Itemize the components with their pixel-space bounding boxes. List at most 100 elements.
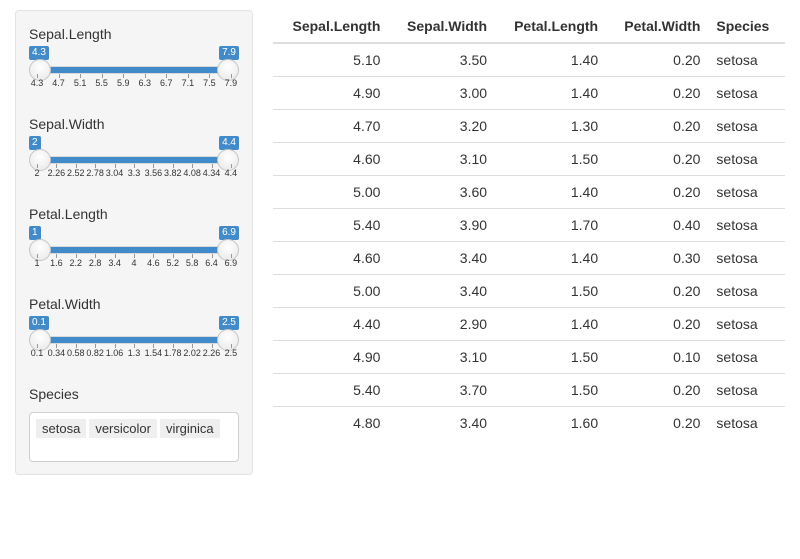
slider-badge-low: 1 (29, 226, 41, 240)
table-row: 4.903.101.500.10setosa (273, 341, 785, 374)
table-cell: 3.40 (388, 275, 495, 308)
column-header: Species (708, 10, 785, 43)
table-row: 4.703.201.300.20setosa (273, 110, 785, 143)
table-cell: setosa (708, 77, 785, 110)
table-cell: 1.30 (495, 110, 606, 143)
table-cell: 0.20 (606, 143, 708, 176)
main-panel: Sepal.LengthSepal.WidthPetal.LengthPetal… (273, 10, 785, 475)
table-cell: 4.60 (273, 143, 388, 176)
slider-control-petal-length: Petal.Length16.911.62.22.83.444.65.25.86… (29, 206, 239, 274)
table-cell: setosa (708, 176, 785, 209)
column-header: Petal.Width (606, 10, 708, 43)
table-cell: setosa (708, 43, 785, 77)
table-row: 5.103.501.400.20setosa (273, 43, 785, 77)
species-tag[interactable]: versicolor (89, 419, 157, 438)
slider-label: Sepal.Length (29, 26, 239, 42)
range-slider[interactable]: 24.422.262.522.783.043.33.563.824.084.34… (29, 142, 239, 184)
table-row: 4.903.001.400.20setosa (273, 77, 785, 110)
slider-control-petal-width: Petal.Width0.12.50.10.340.580.821.061.31… (29, 296, 239, 364)
species-control: Speciessetosaversicolorvirginica (29, 386, 239, 462)
column-header: Sepal.Width (388, 10, 495, 43)
table-cell: 3.10 (388, 341, 495, 374)
slider-ticks: 11.62.22.83.444.65.25.86.46.9 (37, 258, 231, 268)
table-cell: setosa (708, 341, 785, 374)
table-cell: setosa (708, 407, 785, 440)
table-cell: setosa (708, 275, 785, 308)
slider-fill (41, 157, 227, 163)
slider-label: Petal.Width (29, 296, 239, 312)
table-cell: 1.40 (495, 242, 606, 275)
range-slider[interactable]: 16.911.62.22.83.444.65.25.86.46.9 (29, 232, 239, 274)
table-cell: 1.70 (495, 209, 606, 242)
table-row: 4.803.401.600.20setosa (273, 407, 785, 440)
slider-badge-low: 4.3 (29, 46, 49, 60)
table-cell: 1.40 (495, 43, 606, 77)
slider-label: Petal.Length (29, 206, 239, 222)
species-tag[interactable]: setosa (36, 419, 86, 438)
table-cell: 3.50 (388, 43, 495, 77)
species-select[interactable]: setosaversicolorvirginica (29, 412, 239, 462)
table-cell: 0.20 (606, 407, 708, 440)
table-cell: 3.70 (388, 374, 495, 407)
table-cell: 4.90 (273, 341, 388, 374)
table-row: 5.003.601.400.20setosa (273, 176, 785, 209)
data-table: Sepal.LengthSepal.WidthPetal.LengthPetal… (273, 10, 785, 439)
slider-fill (41, 337, 227, 343)
species-tag[interactable]: virginica (160, 419, 220, 438)
table-cell: 2.90 (388, 308, 495, 341)
table-cell: setosa (708, 308, 785, 341)
table-row: 5.403.701.500.20setosa (273, 374, 785, 407)
slider-fill (41, 67, 227, 73)
table-cell: 0.20 (606, 77, 708, 110)
slider-badge-high: 6.9 (219, 226, 239, 240)
slider-badge-low: 0.1 (29, 316, 49, 330)
table-cell: 5.40 (273, 209, 388, 242)
table-cell: 5.40 (273, 374, 388, 407)
sidebar: Sepal.Length4.37.94.34.75.15.55.96.36.77… (15, 10, 253, 475)
table-cell: 5.10 (273, 43, 388, 77)
table-cell: 3.40 (388, 242, 495, 275)
table-cell: 3.60 (388, 176, 495, 209)
table-cell: 0.20 (606, 110, 708, 143)
slider-ticks: 4.34.75.15.55.96.36.77.17.57.9 (37, 78, 231, 88)
table-cell: setosa (708, 242, 785, 275)
table-cell: 4.60 (273, 242, 388, 275)
table-cell: 0.10 (606, 341, 708, 374)
slider-control-sepal-width: Sepal.Width 24.422.262.522.783.043.33.563… (29, 116, 239, 184)
table-cell: 1.50 (495, 374, 606, 407)
table-cell: 4.90 (273, 77, 388, 110)
slider-fill (41, 247, 227, 253)
table-cell: 1.50 (495, 341, 606, 374)
table-row: 4.603.101.500.20setosa (273, 143, 785, 176)
table-cell: 3.10 (388, 143, 495, 176)
table-cell: 3.90 (388, 209, 495, 242)
table-cell: 0.20 (606, 374, 708, 407)
table-cell: 0.20 (606, 275, 708, 308)
table-cell: 3.40 (388, 407, 495, 440)
table-cell: 1.40 (495, 176, 606, 209)
table-row: 5.003.401.500.20setosa (273, 275, 785, 308)
column-header: Petal.Length (495, 10, 606, 43)
table-cell: 5.00 (273, 176, 388, 209)
slider-badge-high: 2.5 (219, 316, 239, 330)
slider-ticks: 0.10.340.580.821.061.31.541.782.022.262.… (37, 348, 231, 358)
table-cell: 3.00 (388, 77, 495, 110)
table-cell: 4.40 (273, 308, 388, 341)
table-cell: 0.20 (606, 308, 708, 341)
table-cell: 0.20 (606, 43, 708, 77)
table-row: 5.403.901.700.40setosa (273, 209, 785, 242)
slider-ticks: 22.262.522.783.043.33.563.824.084.344.4 (37, 168, 231, 178)
table-cell: 0.30 (606, 242, 708, 275)
range-slider[interactable]: 0.12.50.10.340.580.821.061.31.541.782.02… (29, 322, 239, 364)
table-cell: 1.40 (495, 308, 606, 341)
table-cell: 1.60 (495, 407, 606, 440)
table-cell: setosa (708, 209, 785, 242)
slider-badge-high: 7.9 (219, 46, 239, 60)
range-slider[interactable]: 4.37.94.34.75.15.55.96.36.77.17.57.9 (29, 52, 239, 94)
table-cell: 0.20 (606, 176, 708, 209)
table-cell: 4.80 (273, 407, 388, 440)
slider-badge-high: 4.4 (219, 136, 239, 150)
slider-label: Sepal.Width (29, 116, 239, 132)
column-header: Sepal.Length (273, 10, 388, 43)
table-row: 4.402.901.400.20setosa (273, 308, 785, 341)
